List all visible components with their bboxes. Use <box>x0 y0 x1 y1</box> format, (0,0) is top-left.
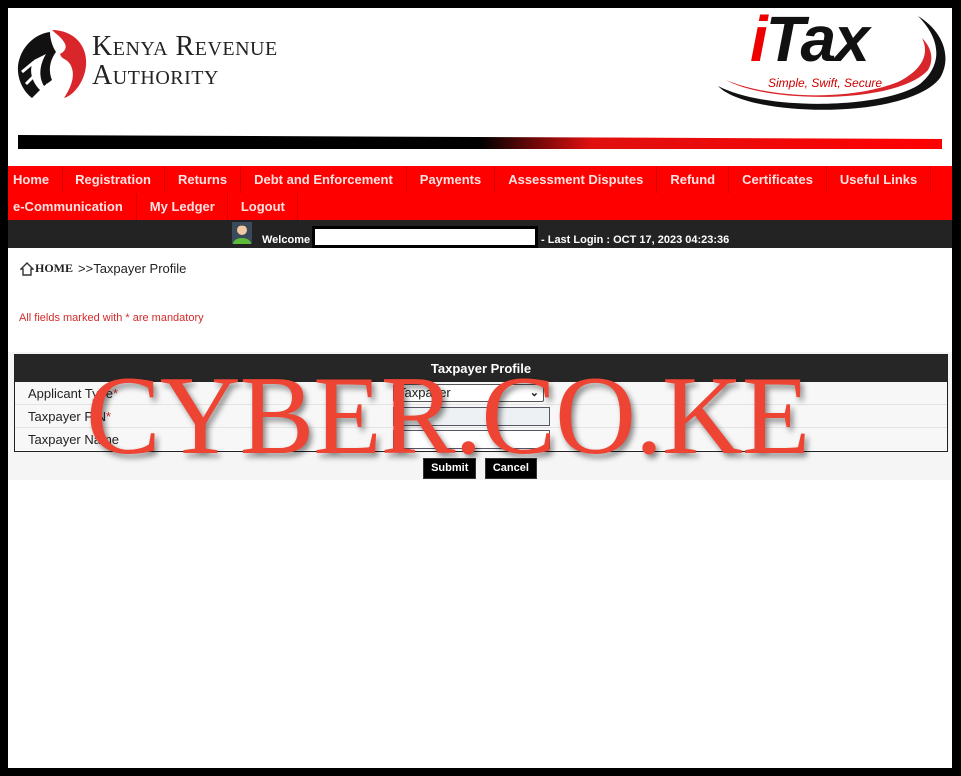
itax-i-letter: i <box>750 8 768 75</box>
mandatory-notice: All fields marked with * are mandatory <box>19 312 204 324</box>
required-marker: * <box>113 386 119 401</box>
nav-refund[interactable]: Refund <box>657 166 730 193</box>
applicant-type-label: Applicant Type* <box>28 386 118 401</box>
form-row-taxpayer-pin: Taxpayer PIN* <box>15 405 947 428</box>
cancel-button[interactable]: Cancel <box>484 458 537 479</box>
welcome-label: Welcome <box>262 234 311 246</box>
form-buttons: Submit Cancel <box>8 458 952 479</box>
form-row-applicant-type: Applicant Type* Taxpayer ⌄ <box>15 382 947 405</box>
nav-certificates[interactable]: Certificates <box>729 166 827 193</box>
required-marker: * <box>106 409 112 424</box>
nav-useful-links[interactable]: Useful Links <box>827 166 932 193</box>
nav-row-1: Home Registration Returns Debt and Enfor… <box>8 166 952 193</box>
home-icon[interactable] <box>20 261 34 276</box>
taxpayer-name-label: Taxpayer Name <box>28 432 119 447</box>
user-avatar-icon <box>232 222 252 244</box>
main-nav: Home Registration Returns Debt and Enfor… <box>8 166 952 220</box>
welcome-bar: Welcome - Last Login : OCT 17, 2023 04:2… <box>8 220 952 248</box>
submit-button[interactable]: Submit <box>423 458 477 479</box>
form-table: Taxpayer Profile Applicant Type* Taxpaye… <box>14 354 948 452</box>
org-name-line2: Authority <box>92 60 219 91</box>
applicant-type-value: Taxpayer <box>398 385 451 400</box>
nav-assessment-disputes[interactable]: Assessment Disputes <box>495 166 658 193</box>
nav-returns[interactable]: Returns <box>165 166 242 193</box>
page: Kenya Revenue Authority iTax Simple, Swi… <box>8 8 952 768</box>
nav-e-communication[interactable]: e-Communication <box>8 193 137 220</box>
breadcrumb-separator: >> <box>78 261 94 276</box>
taxpayer-profile-form: Taxpayer Profile Applicant Type* Taxpaye… <box>8 352 952 480</box>
nav-home[interactable]: Home <box>8 166 64 193</box>
kra-wordmark: Kenya Revenue Authority <box>92 32 278 90</box>
applicant-type-select[interactable]: Taxpayer ⌄ <box>393 384 544 402</box>
header: Kenya Revenue Authority iTax Simple, Swi… <box>8 8 952 166</box>
breadcrumb: HOME >> Taxpayer Profile <box>20 261 186 276</box>
taxpayer-name-label-text: Taxpayer Name <box>28 432 120 447</box>
taxpayer-pin-label: Taxpayer PIN* <box>28 409 111 424</box>
org-name-line1: Kenya Revenue <box>92 31 278 62</box>
kra-lion-logo <box>17 30 87 98</box>
itax-brand: iTax <box>750 8 870 76</box>
chevron-down-icon: ⌄ <box>529 387 539 399</box>
taxpayer-pin-input[interactable] <box>393 407 550 426</box>
form-title: Taxpayer Profile <box>15 355 947 382</box>
itax-tagline: Simple, Swift, Secure <box>768 76 883 90</box>
applicant-type-label-text: Applicant Type <box>28 386 114 401</box>
user-name-redacted <box>312 226 538 248</box>
nav-logout[interactable]: Logout <box>228 193 298 220</box>
nav-row-2: e-Communication My Ledger Logout <box>8 193 952 220</box>
taxpayer-pin-label-text: Taxpayer PIN <box>28 409 107 424</box>
breadcrumb-home-link[interactable]: HOME <box>35 261 73 276</box>
itax-brand-text: Tax <box>765 8 870 75</box>
header-divider-swoosh <box>18 135 942 149</box>
last-login-text: - Last Login : OCT 17, 2023 04:23:36 <box>541 234 730 246</box>
nav-my-ledger[interactable]: My Ledger <box>137 193 228 220</box>
breadcrumb-current: Taxpayer Profile <box>93 261 187 276</box>
nav-registration[interactable]: Registration <box>63 166 165 193</box>
form-row-taxpayer-name: Taxpayer Name <box>15 428 947 450</box>
taxpayer-name-input[interactable] <box>393 430 550 449</box>
nav-payments[interactable]: Payments <box>407 166 496 193</box>
nav-debt-enforcement[interactable]: Debt and Enforcement <box>241 166 407 193</box>
